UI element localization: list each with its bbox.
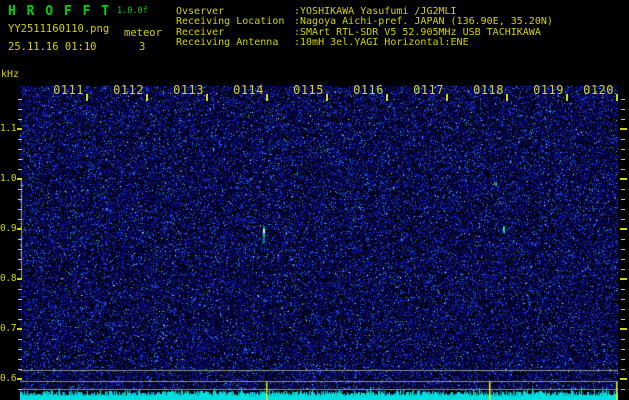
hrofft-window: H R O F F T 1.0.0f YY2511160110.png mete… [0,0,629,400]
x-tick-label: 0119 [533,83,564,97]
app-title: H R O F F T [8,4,111,19]
y-minor-tick [18,369,22,370]
y-minor-tick-right [621,99,625,100]
x-tick-label: 0112 [113,83,144,97]
y-tick-label: 0.9 [0,223,17,234]
y-minor-tick-right [621,219,625,220]
spectrogram-canvas [20,86,618,400]
y-minor-tick-right [621,199,625,200]
x-minute-tick [86,94,88,101]
y-major-tick-right [620,228,627,230]
y-tick-label: 0.6 [0,373,17,384]
y-tick-label: 0.8 [0,273,17,284]
x-minute-tick [446,94,448,101]
x-tick-label: 0118 [473,83,504,97]
x-tick-label: 0113 [173,83,204,97]
y-minor-tick [18,359,22,360]
x-tick-label: 0117 [413,83,444,97]
y-minor-tick-right [621,209,625,210]
y-minor-tick [18,159,22,160]
x-minute-tick [506,94,508,101]
y-minor-tick-right [621,169,625,170]
y-minor-tick-right [621,369,625,370]
y-minor-tick [18,249,22,250]
y-minor-tick-right [621,239,625,240]
x-minute-tick [386,94,388,101]
x-tick-label: 0111 [53,83,84,97]
output-filename: YY2511160110.png [8,23,110,35]
x-minute-tick [326,94,328,101]
y-minor-tick [18,239,22,240]
y-minor-tick [18,349,22,350]
meteor-count: 3 [139,41,146,53]
y-minor-tick [18,289,22,290]
y-tick-label: 1.0 [0,173,17,184]
y-major-tick [17,178,22,180]
observation-datetime: 25.11.16 01:10 [8,41,97,53]
y-minor-tick-right [621,349,625,350]
y-minor-tick [18,139,22,140]
y-minor-tick [18,219,22,220]
y-minor-tick-right [621,249,625,250]
y-minor-tick-right [621,359,625,360]
y-minor-tick-right [621,289,625,290]
y-minor-tick-right [621,139,625,140]
y-minor-tick [18,269,22,270]
y-minor-tick [18,199,22,200]
y-minor-tick [18,189,22,190]
y-minor-tick-right [621,159,625,160]
y-minor-tick-right [621,339,625,340]
y-minor-tick [18,119,22,120]
x-tick-label: 0116 [353,83,384,97]
app-version: 1.0.0f [117,6,148,16]
info-label-antenna: Receiving Antenna [176,37,279,48]
y-minor-tick-right [621,189,625,190]
y-major-tick-right [620,378,627,380]
info-label-location: Receiving Location [176,16,285,27]
y-minor-tick [18,299,22,300]
mode-label: meteor [124,27,162,39]
y-major-tick-right [620,178,627,180]
y-minor-tick-right [621,109,625,110]
y-minor-tick [18,309,22,310]
x-minute-tick [146,94,148,101]
y-minor-tick [18,339,22,340]
y-major-tick-right [620,278,627,280]
y-minor-tick [18,319,22,320]
x-minute-tick [616,94,618,101]
info-value-location: :Nagoya Aichi-pref. JAPAN (136.90E, 35.2… [294,16,553,27]
y-major-tick [17,228,22,230]
y-minor-tick-right [621,149,625,150]
y-major-tick [17,278,22,280]
y-minor-tick-right [621,309,625,310]
y-minor-tick [18,109,22,110]
y-major-tick [17,328,22,330]
y-minor-tick [18,149,22,150]
y-tick-label: 1.1 [0,123,17,134]
y-major-tick [17,378,22,380]
x-minute-tick [206,94,208,101]
x-minute-tick [266,94,268,101]
y-minor-tick [18,259,22,260]
y-minor-tick-right [621,259,625,260]
y-minor-tick-right [621,269,625,270]
y-tick-label: 0.7 [0,323,17,334]
y-minor-tick [18,389,22,390]
x-tick-label: 0115 [293,83,324,97]
y-axis-unit-label: kHz [1,69,20,80]
y-major-tick [17,128,22,130]
y-minor-tick [18,169,22,170]
x-tick-label: 0114 [233,83,264,97]
y-minor-tick [18,209,22,210]
y-minor-tick-right [621,389,625,390]
x-tick-label: 0120 [583,83,614,97]
y-minor-tick-right [621,299,625,300]
y-minor-tick-right [621,319,625,320]
y-major-tick-right [620,128,627,130]
y-minor-tick-right [621,119,625,120]
y-major-tick-right [620,328,627,330]
y-minor-tick [18,99,22,100]
x-minute-tick [566,94,568,101]
info-value-antenna: :10mH 3el.YAGI Horizontal:ENE [294,37,469,48]
